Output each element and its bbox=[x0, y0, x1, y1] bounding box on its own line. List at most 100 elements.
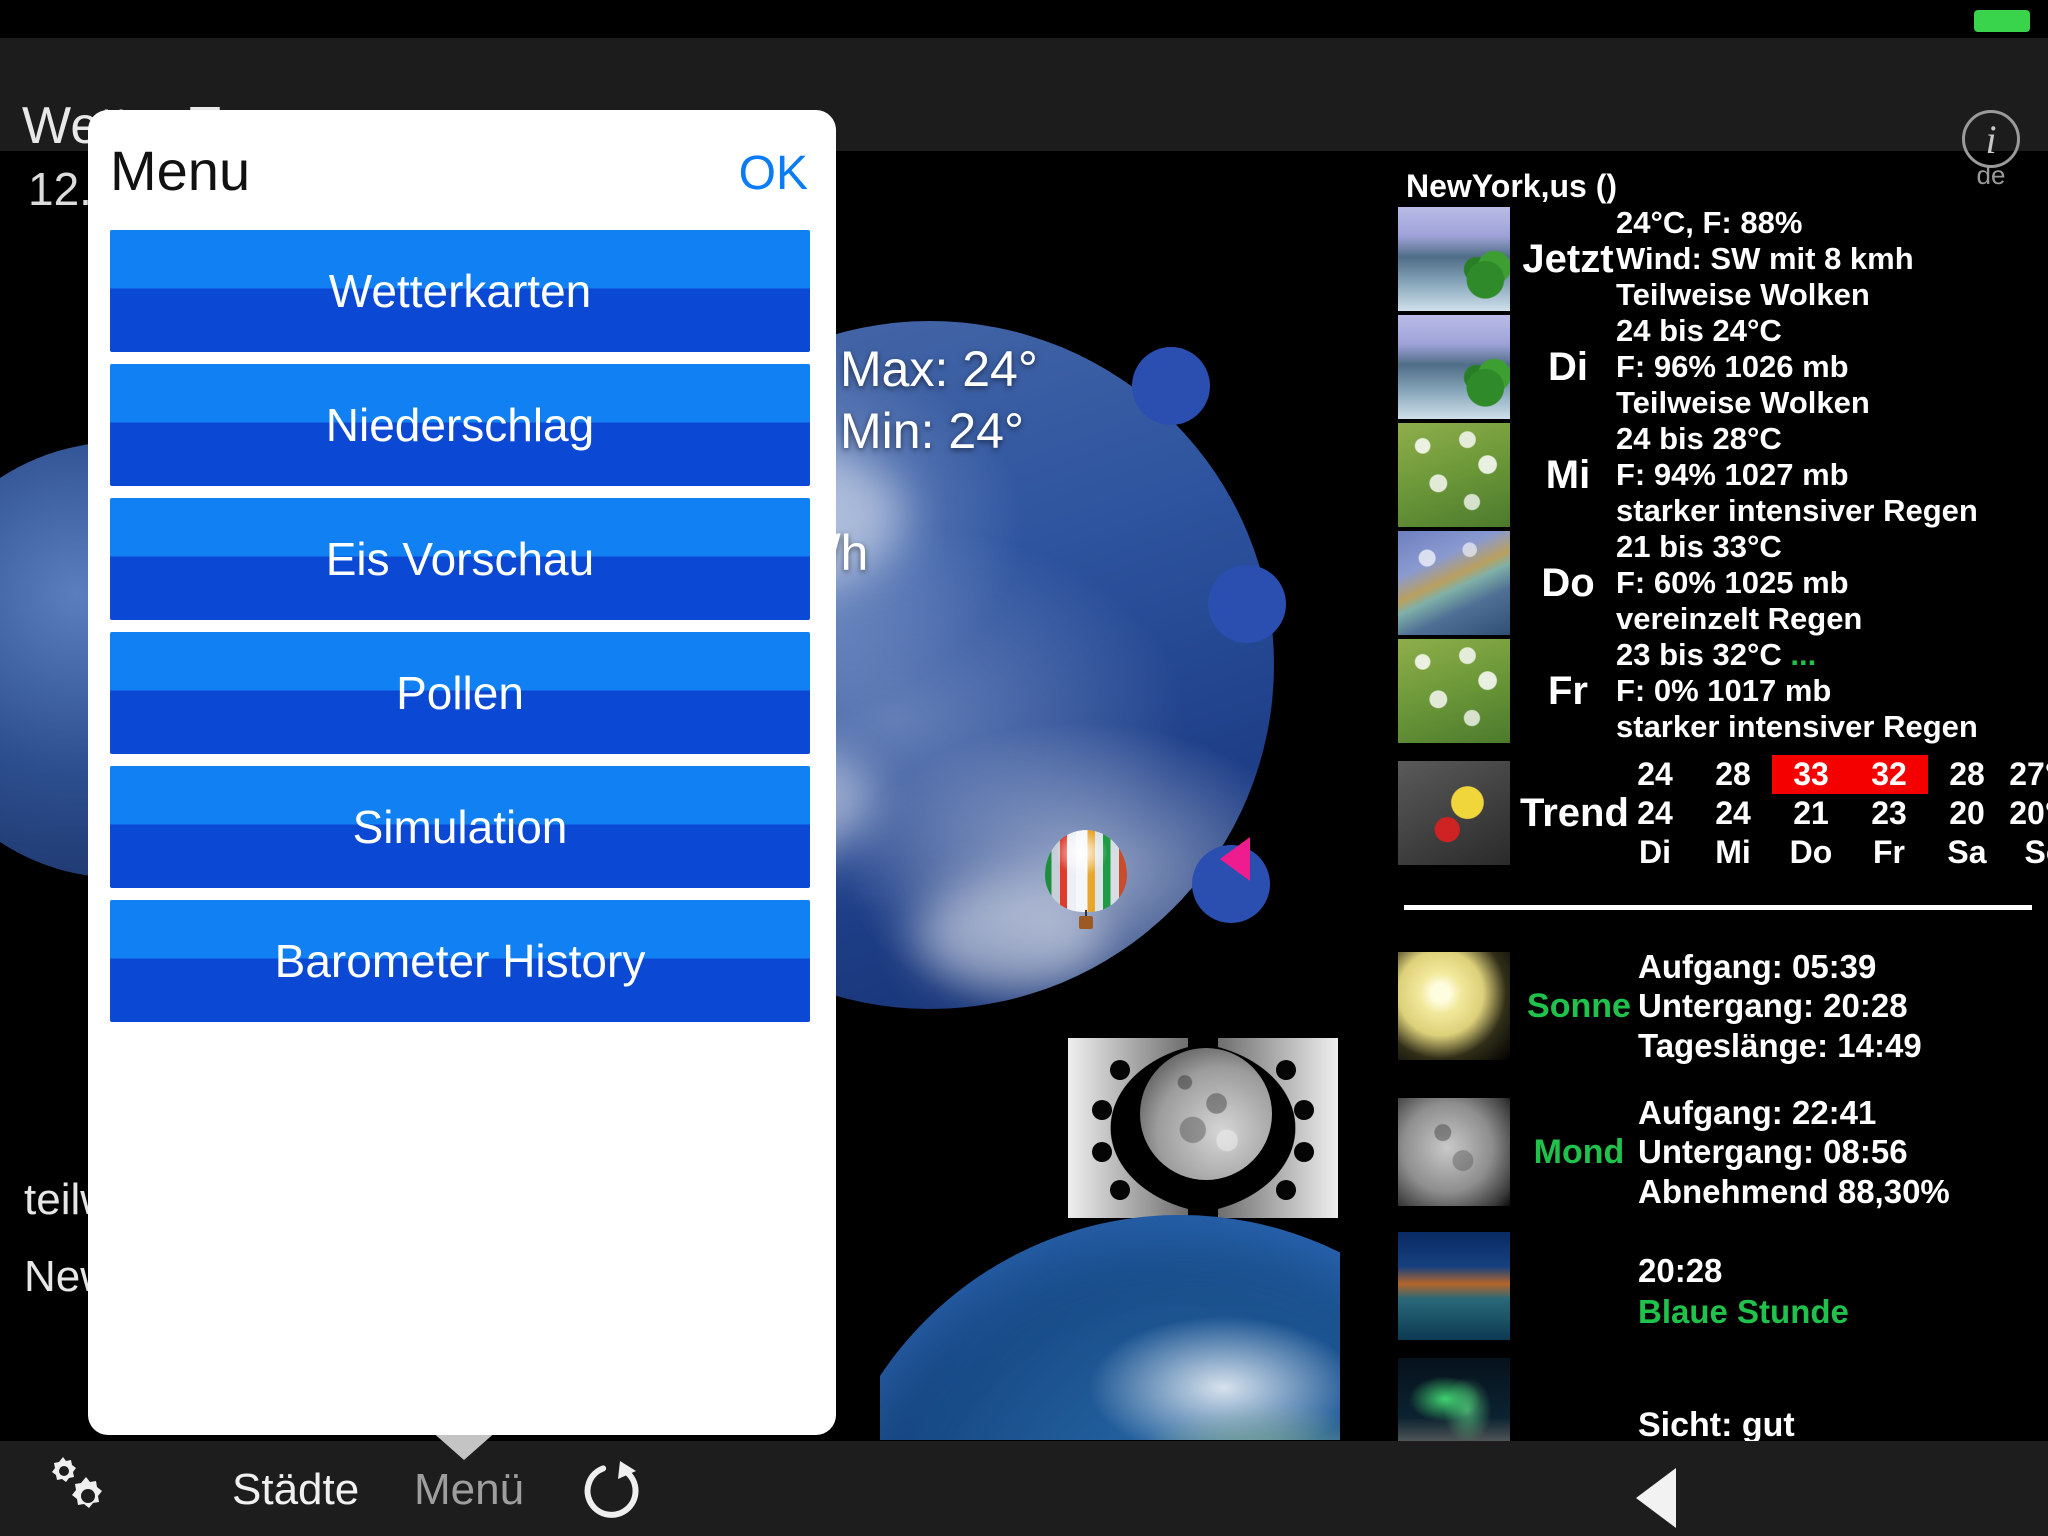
trend-days-row: Di Mi Do Fr Sa So bbox=[1616, 833, 2048, 872]
moon-phase-dial[interactable] bbox=[1068, 1038, 1338, 1218]
trend-label: Trend bbox=[1520, 790, 1629, 835]
menu-item-label: Eis Vorschau bbox=[325, 533, 595, 585]
forecast-detail: 21 bis 33°C F: 60% 1025 mb vereinzelt Re… bbox=[1616, 529, 1862, 638]
forecast-day: Mi bbox=[1545, 452, 1591, 497]
forecast-line-temp: 23 bis 32°C ... bbox=[1616, 637, 1978, 673]
tab-cities[interactable]: Städte bbox=[232, 1465, 359, 1515]
rain-drops-thumb bbox=[1398, 639, 1510, 743]
forecast-line-desc: vereinzelt Regen bbox=[1616, 601, 1863, 637]
menu-item-label: Niederschlag bbox=[325, 399, 595, 451]
menu-item-label: Wetterkarten bbox=[328, 265, 592, 317]
forecast-detail: 23 bis 32°C ... F: 0% 1017 mb starker in… bbox=[1616, 637, 1978, 746]
blue-hour-time: 20:28 bbox=[1638, 1252, 1723, 1289]
forecast-line-wind: Wind: SW mit 8 kmh bbox=[1616, 240, 1914, 276]
blue-hour-label: Blaue Stunde bbox=[1638, 1293, 1849, 1331]
refresh-icon[interactable] bbox=[578, 1457, 644, 1523]
popover-header: Menu OK bbox=[88, 110, 836, 222]
tab-bar: Städte Menü bbox=[0, 1441, 2048, 1536]
moon-label: Mond bbox=[1533, 1132, 1625, 1171]
trend-day: Do bbox=[1789, 833, 1833, 870]
battery-full-icon bbox=[1974, 10, 2030, 32]
forecast-line-temp: 24 bis 24°C bbox=[1616, 312, 1782, 348]
rainbow-thumb bbox=[1398, 531, 1510, 635]
menu-item-simulation[interactable]: Simulation bbox=[110, 766, 810, 888]
forecast-row[interactable]: Fr 23 bis 32°C ... F: 0% 1017 mb starker… bbox=[1398, 637, 2038, 745]
blue-hour-thumb bbox=[1398, 1232, 1510, 1340]
sun-set: Untergang: 20:28 bbox=[1638, 987, 1908, 1025]
menu-item-niederschlag[interactable]: Niederschlag bbox=[110, 364, 810, 486]
gauge-min-temp: Min: 24° bbox=[840, 403, 1024, 459]
trend-high: 27°C bbox=[2009, 755, 2048, 792]
forecast-day: Di bbox=[1548, 344, 1588, 389]
trend-high: 32 bbox=[1850, 754, 1928, 794]
trend-low: 23 bbox=[1871, 794, 1907, 831]
trend-low: 20 bbox=[1949, 794, 1985, 831]
moon-phase-text: Abnehmend 88,30% bbox=[1638, 1172, 1950, 1210]
weather-app-window: Wetter Tor i de 12. teilw New Max: 24° M… bbox=[0, 0, 2048, 1536]
trend-lows-row: 24 24 21 23 20 20°C bbox=[1616, 794, 2048, 833]
sun-row[interactable]: Sonne Aufgang: 05:39 Untergang: 20:28 Ta… bbox=[1398, 940, 2038, 1072]
trend-high: 33 bbox=[1772, 754, 1850, 794]
panel-divider bbox=[1404, 905, 2032, 910]
tab-menu[interactable]: Menü bbox=[414, 1465, 524, 1515]
menu-item-barometer-history[interactable]: Barometer History bbox=[110, 900, 810, 1022]
forecast-line-pressure: F: 0% 1017 mb bbox=[1616, 672, 1832, 708]
menu-popover: Menu OK Wetterkarten Niederschlag Eis Vo… bbox=[88, 110, 836, 1435]
popover-title: Menu bbox=[110, 139, 251, 202]
forecast-line-pressure: F: 96% 1026 mb bbox=[1616, 348, 1849, 384]
forecast-line-temp: 21 bis 33°C bbox=[1616, 528, 1782, 564]
ok-button[interactable]: OK bbox=[739, 146, 808, 201]
forecast-row[interactable]: Jetzt 24°C, F: 88% Wind: SW mit 8 kmh Te… bbox=[1398, 205, 2038, 313]
forecast-line-desc: starker intensiver Regen bbox=[1616, 709, 1978, 745]
menu-item-label: Pollen bbox=[396, 667, 524, 719]
forecast-row[interactable]: Di 24 bis 24°C F: 96% 1026 mb Teilweise … bbox=[1398, 313, 2038, 421]
gauge-max-temp: Max: 24° bbox=[840, 341, 1038, 397]
forecast-temp-text: 23 bis 32°C bbox=[1616, 636, 1782, 672]
trend-day: Sa bbox=[1947, 833, 1987, 870]
blue-hour-detail: 20:28 Blaue Stunde bbox=[1638, 1232, 1849, 1333]
forecast-line-temp: 24 bis 28°C bbox=[1616, 420, 1782, 456]
trend-low: 20°C bbox=[2009, 794, 2048, 831]
trend-high: 24 bbox=[1637, 755, 1673, 792]
hot-air-balloon-icon bbox=[1045, 830, 1127, 938]
magenta-pointer-icon bbox=[1220, 837, 1250, 881]
moon-rise: Aufgang: 22:41 bbox=[1638, 1093, 1877, 1131]
thermometer-sun-thumb bbox=[1398, 761, 1510, 865]
trend-day: Mi bbox=[1715, 833, 1751, 870]
menu-item-pollen[interactable]: Pollen bbox=[110, 632, 810, 754]
menu-item-label: Simulation bbox=[352, 801, 568, 853]
trend-low: 24 bbox=[1715, 794, 1751, 831]
forecast-row[interactable]: Mi 24 bis 28°C F: 94% 1027 mb starker in… bbox=[1398, 421, 2038, 529]
forecast-day: Do bbox=[1541, 560, 1595, 605]
forecast-line-desc: starker intensiver Regen bbox=[1616, 493, 1978, 529]
forecast-detail: 24°C, F: 88% Wind: SW mit 8 kmh Teilweis… bbox=[1616, 205, 1914, 314]
trend-grid: 24 28 33 32 28 27°C 24 24 21 23 20 20°C bbox=[1616, 754, 2048, 872]
forecast-panel: NewYork,us () Jetzt 24°C, F: 88% Wind: S… bbox=[1398, 168, 2048, 1466]
forecast-day: Fr bbox=[1548, 668, 1588, 713]
menu-item-wetterkarten[interactable]: Wetterkarten bbox=[110, 230, 810, 352]
visibility-text: Sicht: gut bbox=[1638, 1405, 1795, 1444]
back-triangle-icon[interactable] bbox=[1636, 1468, 1676, 1528]
forecast-line-pressure: F: 60% 1025 mb bbox=[1616, 564, 1849, 600]
trend-highs-row: 24 28 33 32 28 27°C bbox=[1616, 754, 2048, 794]
sun-label: Sonne bbox=[1527, 986, 1631, 1025]
forecast-line-desc: Teilweise Wolken bbox=[1616, 385, 1870, 421]
moon-arc-right bbox=[1218, 1038, 1338, 1218]
blue-hour-row[interactable]: 20:28 Blaue Stunde bbox=[1398, 1232, 2038, 1352]
moon-row[interactable]: Mond Aufgang: 22:41 Untergang: 08:56 Abn… bbox=[1398, 1086, 2038, 1218]
moon-detail: Aufgang: 22:41 Untergang: 08:56 Abnehmen… bbox=[1638, 1093, 1950, 1212]
moon-set: Untergang: 08:56 bbox=[1638, 1133, 1908, 1171]
trend-high: 28 bbox=[1715, 755, 1751, 792]
moon-thumb bbox=[1398, 1098, 1510, 1206]
trend-day: Fr bbox=[1873, 833, 1905, 870]
forecast-day: Jetzt bbox=[1522, 236, 1614, 281]
trend-day: Di bbox=[1639, 833, 1671, 870]
menu-list: Wetterkarten Niederschlag Eis Vorschau P… bbox=[110, 230, 810, 1034]
gauge-dot bbox=[1208, 565, 1286, 643]
trend-high: 28 bbox=[1949, 755, 1985, 792]
forecast-line-desc: Teilweise Wolken bbox=[1616, 277, 1870, 313]
menu-item-eis-vorschau[interactable]: Eis Vorschau bbox=[110, 498, 810, 620]
forecast-row[interactable]: Do 21 bis 33°C F: 60% 1025 mb vereinzelt… bbox=[1398, 529, 2038, 637]
gears-icon[interactable] bbox=[46, 1455, 118, 1523]
trend-row[interactable]: Trend 24 28 33 32 28 27°C 24 24 21 bbox=[1398, 745, 2048, 881]
